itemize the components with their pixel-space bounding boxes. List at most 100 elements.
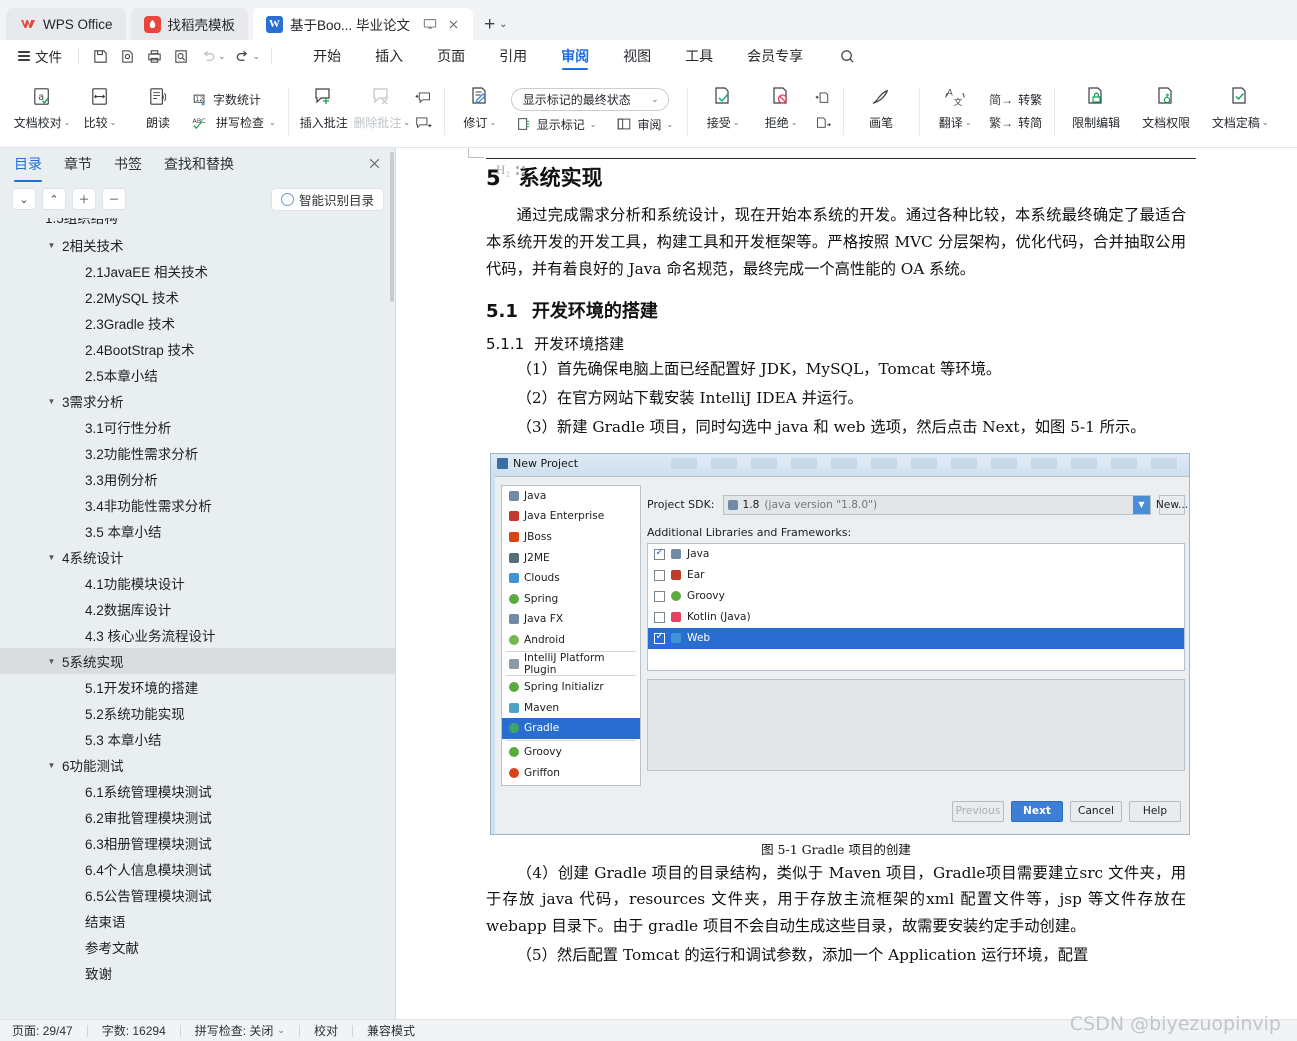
outline-item-4-3[interactable]: 4.3 核心业务流程设计 [0, 622, 396, 648]
project-type-java-enterprise[interactable]: Java Enterprise [502, 506, 640, 527]
project-sdk-dropdown[interactable]: 1.8 (java version "1.8.0") ▼ [722, 494, 1151, 515]
outline-item-3-2[interactable]: 3.2功能性需求分析 [0, 440, 396, 466]
ribbon-tab-reference[interactable]: 引用 [482, 40, 544, 72]
outline-item-5-1[interactable]: 5.1开发环境的搭建 [0, 674, 396, 700]
previous-comment-icon[interactable] [411, 88, 437, 110]
proofread-button[interactable]: 校对 [314, 1022, 338, 1039]
collapse-up-button[interactable]: ⌃ [42, 188, 66, 210]
collapse-down-button[interactable]: ⌄ [12, 188, 36, 210]
project-type-spring[interactable]: Spring [502, 589, 640, 610]
outline-item-5-2[interactable]: 5.2系统功能实现 [0, 700, 396, 726]
spell-check-button[interactable]: ABC 拼写检查 ⌄ [187, 112, 281, 133]
framework-groovy[interactable]: Groovy [648, 586, 1184, 607]
chevron-down-icon[interactable]: ⌄ [277, 1025, 285, 1036]
chevron-down-icon[interactable]: ⌄ [733, 118, 740, 127]
framework-kotlin[interactable]: Kotlin (Java) [648, 607, 1184, 628]
previous-change-icon[interactable] [810, 88, 836, 110]
project-type-grails[interactable]: Grails [502, 783, 640, 785]
project-type-list[interactable]: Java Java Enterprise JBoss J2ME Clouds S… [501, 484, 641, 786]
search-icon[interactable] [834, 43, 860, 69]
compat-mode-indicator[interactable]: 兼容模式 [367, 1022, 415, 1039]
chevron-down-icon[interactable]: ⌄ [965, 118, 972, 127]
project-type-gradle[interactable]: Gradle [502, 718, 640, 739]
chevron-down-icon[interactable]: ▼ [45, 241, 58, 250]
project-type-javafx[interactable]: Java FX [502, 609, 640, 630]
read-aloud-button[interactable]: 朗读 [129, 75, 187, 147]
outline-item-acknowledgements[interactable]: 致谢 [0, 960, 396, 986]
project-type-maven[interactable]: Maven [502, 697, 640, 718]
outline-item-3-3[interactable]: 3.3用例分析 [0, 466, 396, 492]
tab-document[interactable]: W 基于Boo... 毕业论文 [253, 8, 474, 40]
project-type-java[interactable]: Java [502, 486, 640, 507]
sidebar-scrollbar[interactable] [390, 152, 394, 302]
show-markup-button[interactable]: 显示标记 ⌄ [511, 114, 602, 135]
ribbon-tab-page[interactable]: 页面 [420, 40, 482, 72]
markup-state-dropdown[interactable]: 显示标记的最终状态 ⌄ [510, 87, 669, 111]
framework-web[interactable]: Web [648, 627, 1184, 649]
outline-item-2-4[interactable]: 2.4BootStrap 技术 [0, 336, 396, 362]
framework-java[interactable]: Java [648, 544, 1184, 565]
project-type-griffon[interactable]: Griffon [502, 762, 640, 783]
outline-item-1-5[interactable]: 1.5组织结构 [0, 218, 396, 232]
outline-item-2-3[interactable]: 2.3Gradle 技术 [0, 310, 396, 336]
print-preview-icon[interactable] [114, 44, 140, 68]
outline-item-3-5[interactable]: 3.5 本章小结 [0, 518, 396, 544]
chevron-down-icon[interactable]: ⌄ [590, 120, 597, 129]
outline-item-6-3[interactable]: 6.3相册管理模块测试 [0, 830, 396, 856]
outline-item-6-1[interactable]: 6.1系统管理模块测试 [0, 778, 396, 804]
doc-proofread-button[interactable]: a 文档校对 ⌄ [13, 75, 71, 147]
chevron-down-icon[interactable]: ⌄ [791, 118, 798, 127]
finalize-doc-button[interactable]: 文档定稿 ⌄ [1201, 75, 1279, 147]
chevron-down-icon[interactable]: ▼ [45, 397, 58, 406]
ribbon-tab-insert[interactable]: 插入 [358, 40, 420, 72]
sidebar-tab-outline[interactable]: 目录 [14, 154, 42, 182]
ribbon-tab-view[interactable]: 视图 [606, 40, 668, 72]
restrict-edit-button[interactable]: 限制编辑 [1061, 75, 1131, 147]
outline-tree[interactable]: 1.5组织结构 ▼ 2相关技术 2.1JavaEE 相关技术 2.2MySQL 技… [0, 216, 396, 1019]
insert-comment-button[interactable]: 插入批注 [295, 75, 353, 147]
page-indicator[interactable]: 页面: 29/47 [12, 1022, 73, 1039]
project-type-android[interactable]: Android [502, 630, 640, 651]
project-type-intellij-plugin[interactable]: IntelliJ Platform Plugin [502, 652, 640, 676]
framework-ear[interactable]: Ear [648, 565, 1184, 586]
project-type-clouds[interactable]: Clouds [502, 568, 640, 589]
outline-item-3[interactable]: ▼ 3需求分析 [0, 388, 396, 414]
next-button[interactable]: Next [1011, 800, 1063, 822]
to-traditional-button[interactable]: 简→ 转繁 [984, 89, 1047, 110]
translate-button[interactable]: A文 翻译 ⌄ [926, 75, 984, 147]
outline-item-5-3[interactable]: 5.3 本章小结 [0, 726, 396, 752]
chevron-down-icon[interactable]: ▼ [45, 553, 58, 562]
track-changes-button[interactable]: 修订 ⌄ [451, 75, 509, 147]
outline-item-6-4[interactable]: 6.4个人信息模块测试 [0, 856, 396, 882]
undo-dropdown-icon[interactable]: ⌄ [218, 51, 226, 62]
outline-item-references[interactable]: 参考文献 [0, 934, 396, 960]
compare-button[interactable]: 比较 ⌄ [71, 75, 129, 147]
checkbox[interactable] [654, 611, 665, 623]
smart-recognize-outline-button[interactable]: 智能识别目录 [270, 187, 384, 211]
outline-item-conclusion[interactable]: 结束语 [0, 908, 396, 934]
ribbon-tab-review[interactable]: 审阅 [544, 40, 606, 72]
ribbon-tab-tools[interactable]: 工具 [668, 40, 730, 72]
pen-button[interactable]: 画笔 [850, 75, 912, 147]
new-tab-button[interactable]: + [484, 15, 495, 34]
outline-item-2-5[interactable]: 2.5本章小结 [0, 362, 396, 388]
sidebar-tab-bookmarks[interactable]: 书签 [114, 154, 142, 177]
spellcheck-status[interactable]: 拼写检查: 关闭 ⌄ [195, 1022, 285, 1039]
outline-item-2-2[interactable]: 2.2MySQL 技术 [0, 284, 396, 310]
project-type-jboss[interactable]: JBoss [502, 527, 640, 548]
chevron-down-icon[interactable]: ⌄ [666, 120, 673, 129]
chevron-down-icon[interactable]: ⌄ [64, 118, 71, 127]
outline-item-2-1[interactable]: 2.1JavaEE 相关技术 [0, 258, 396, 284]
document-pane[interactable]: H₂ 5 系统实现 通过完成需求分析和系统设计，现在开始本系统的开发。通过各种比较… [396, 148, 1297, 1019]
outline-item-3-1[interactable]: 3.1可行性分析 [0, 414, 396, 440]
project-type-j2me[interactable]: J2ME [502, 547, 640, 568]
print-icon[interactable] [141, 44, 167, 68]
cancel-button[interactable]: Cancel [1070, 800, 1122, 822]
tab-list-chevron-icon[interactable]: ⌄ [499, 19, 507, 30]
new-sdk-button[interactable]: New... [1156, 494, 1188, 515]
project-type-groovy[interactable]: Groovy [502, 742, 640, 763]
file-menu-button[interactable]: 文件 [10, 46, 70, 66]
accept-change-button[interactable]: 接受 ⌄ [694, 75, 752, 147]
outline-item-6-2[interactable]: 6.2审批管理模块测试 [0, 804, 396, 830]
collapse-level-button[interactable]: － [102, 188, 126, 210]
